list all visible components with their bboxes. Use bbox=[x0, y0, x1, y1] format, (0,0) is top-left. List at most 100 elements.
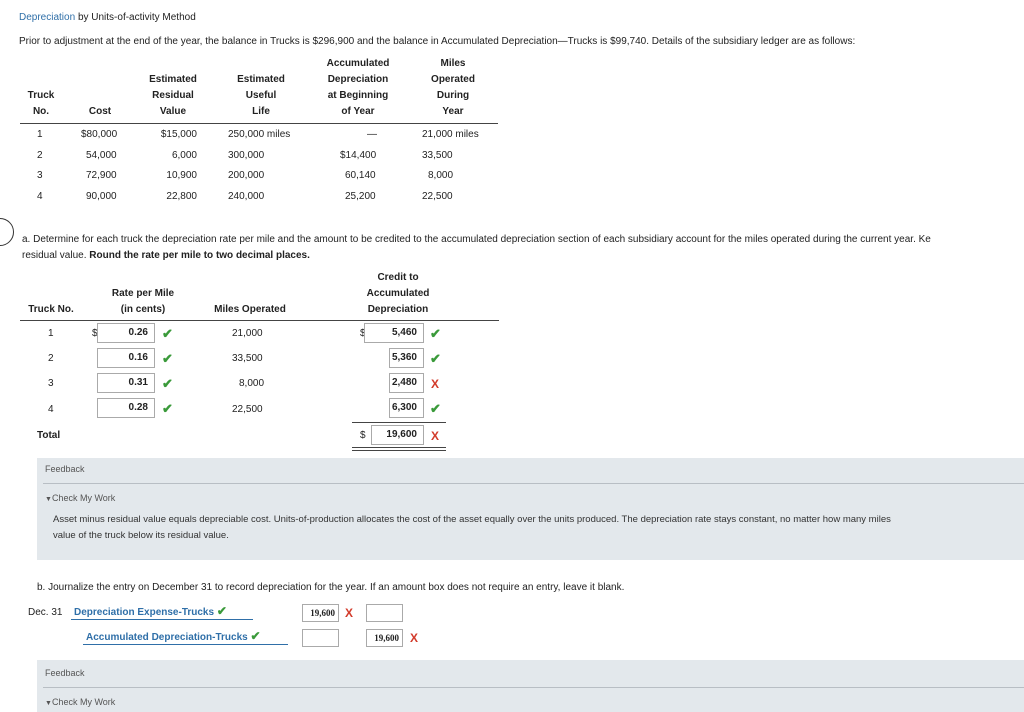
credit-account-underline bbox=[83, 644, 288, 645]
header-line: Accumulated bbox=[326, 58, 390, 69]
total-input[interactable]: 19,600 bbox=[371, 425, 424, 445]
ledger-header-miles: Miles Operated During Year bbox=[414, 56, 492, 120]
rate-cell-miles: 21,000 bbox=[232, 328, 263, 339]
ledger-cell-no: 4 bbox=[37, 191, 43, 202]
feedback-divider bbox=[43, 483, 1024, 484]
debit-amount-empty-input[interactable] bbox=[302, 629, 339, 647]
ledger-cell-accum: 60,140 bbox=[345, 170, 376, 181]
check-my-work-label: Check My Work bbox=[51, 697, 116, 707]
ledger-cell-residual: 6,000 bbox=[171, 150, 197, 161]
page-title: Depreciation by Units-of-activity Method bbox=[19, 12, 196, 23]
credit-input[interactable]: 5,460 bbox=[364, 323, 424, 343]
ledger-cell-life: 240,000 bbox=[228, 191, 265, 202]
header-line: Cost bbox=[88, 106, 112, 117]
credit-input[interactable]: 5,360 bbox=[389, 348, 424, 368]
instructions-plain: residual value. bbox=[22, 250, 87, 261]
check-icon: ✔ bbox=[430, 401, 441, 416]
rate-cell-miles: 8,000 bbox=[239, 378, 265, 389]
rate-input[interactable]: 0.28 bbox=[97, 398, 155, 418]
ledger-cell-cost: 72,900 bbox=[86, 170, 117, 181]
header-line: Year bbox=[442, 106, 464, 117]
feedback-text: Asset minus residual value equals deprec… bbox=[53, 514, 891, 525]
rate-cell-miles: 22,500 bbox=[232, 404, 263, 415]
header-line: No. bbox=[32, 106, 50, 117]
ledger-header-rule bbox=[20, 123, 498, 124]
rate-header-rate: Rate per Mile (in cents) bbox=[100, 286, 186, 318]
header-line: Truck bbox=[27, 90, 55, 101]
ledger-header-cost: Cost bbox=[75, 104, 125, 120]
ledger-cell-no: 1 bbox=[37, 129, 43, 140]
rate-header-truck: Truck No. bbox=[28, 304, 74, 315]
journal-date: Dec. 31 bbox=[28, 607, 63, 618]
total-top-rule bbox=[352, 422, 446, 423]
x-mark-icon: X bbox=[431, 377, 440, 391]
credit-account-select[interactable]: Accumulated Depreciation-Trucks ✔ bbox=[86, 629, 261, 643]
ledger-cell-cost: 90,000 bbox=[86, 191, 117, 202]
ledger-header-life: Estimated Useful Life bbox=[222, 72, 300, 120]
header-line: (in cents) bbox=[120, 304, 166, 315]
rate-header-credit: Credit to Accumulated Depreciation bbox=[356, 270, 440, 318]
debit-account-underline bbox=[71, 619, 253, 620]
header-line: Operated bbox=[431, 74, 475, 85]
ledger-cell-life: 200,000 bbox=[228, 170, 265, 181]
header-line: Accumulated bbox=[366, 288, 430, 299]
debit-account-select[interactable]: Depreciation Expense-Trucks ✔ bbox=[74, 604, 227, 618]
x-mark-icon: X bbox=[431, 429, 440, 443]
header-line: Credit to bbox=[377, 272, 419, 283]
ledger-cell-accum: 25,200 bbox=[345, 191, 376, 202]
ledger-cell-miles: 21,000 miles bbox=[422, 129, 479, 140]
ledger-cell-miles: 22,500 bbox=[422, 191, 453, 202]
depreciation-link[interactable]: Depreciation bbox=[19, 12, 75, 23]
credit-amount-input[interactable]: 19,600 bbox=[366, 629, 403, 647]
check-icon: ✔ bbox=[430, 351, 441, 366]
check-icon: ✔ bbox=[430, 326, 441, 341]
rate-header-miles: Miles Operated bbox=[214, 304, 286, 315]
check-icon: ✔ bbox=[162, 376, 173, 391]
rate-cell-no: 3 bbox=[48, 378, 54, 389]
header-line: Estimated bbox=[149, 74, 197, 85]
header-line: Value bbox=[159, 106, 187, 117]
credit-input[interactable]: 2,480 bbox=[389, 373, 424, 393]
credit-input[interactable]: 6,300 bbox=[389, 398, 424, 418]
feedback-panel: Feedback ▼Check My Work Asset minus resi… bbox=[37, 458, 1024, 560]
ledger-header-truck: Truck No. bbox=[20, 88, 62, 120]
rate-input[interactable]: 0.16 bbox=[97, 348, 155, 368]
debit-account-label: Depreciation Expense-Trucks bbox=[74, 607, 215, 618]
feedback-label: Feedback bbox=[45, 668, 85, 678]
check-icon: ✔ bbox=[216, 604, 227, 618]
ledger-cell-miles: 33,500 bbox=[422, 150, 453, 161]
currency-symbol: $ bbox=[360, 430, 366, 441]
check-icon: ✔ bbox=[162, 401, 173, 416]
header-line: at Beginning bbox=[327, 90, 389, 101]
ledger-header-residual: Estimated Residual Value bbox=[138, 72, 208, 120]
check-icon: ✔ bbox=[162, 351, 173, 366]
header-line: Miles bbox=[440, 58, 466, 69]
check-my-work-toggle[interactable]: ▼Check My Work bbox=[45, 493, 115, 503]
feedback-label: Feedback bbox=[45, 464, 85, 474]
x-mark-icon: X bbox=[345, 606, 354, 620]
intro-text: Prior to adjustment at the end of the ye… bbox=[19, 36, 856, 47]
check-my-work-toggle[interactable]: ▼Check My Work bbox=[45, 697, 115, 707]
debit-amount-input[interactable]: 19,600 bbox=[302, 604, 339, 622]
ledger-cell-residual: 22,800 bbox=[166, 191, 197, 202]
part-b-instructions: b. Journalize the entry on December 31 t… bbox=[37, 582, 625, 593]
ledger-cell-life: 250,000 miles bbox=[228, 129, 291, 140]
triangle-down-icon: ▼ bbox=[45, 700, 52, 707]
rate-input[interactable]: 0.31 bbox=[97, 373, 155, 393]
rate-input[interactable]: 0.26 bbox=[97, 323, 155, 343]
total-double-rule-1 bbox=[352, 447, 446, 448]
question-marker bbox=[0, 218, 14, 246]
rate-cell-no: 2 bbox=[48, 353, 54, 364]
credit-amount-empty-input[interactable] bbox=[366, 604, 403, 622]
ledger-cell-no: 3 bbox=[37, 170, 43, 181]
ledger-cell-residual: 10,900 bbox=[166, 170, 197, 181]
ledger-cell-cost: $80,000 bbox=[81, 129, 118, 140]
total-double-rule-2 bbox=[352, 450, 446, 451]
ledger-cell-life: 300,000 bbox=[228, 150, 265, 161]
rate-cell-no: 4 bbox=[48, 404, 54, 415]
header-line: of Year bbox=[341, 106, 375, 117]
header-line: During bbox=[436, 90, 470, 101]
rate-cell-miles: 33,500 bbox=[232, 353, 263, 364]
ledger-cell-accum: $14,400 bbox=[340, 150, 377, 161]
header-line: Residual bbox=[152, 90, 194, 101]
